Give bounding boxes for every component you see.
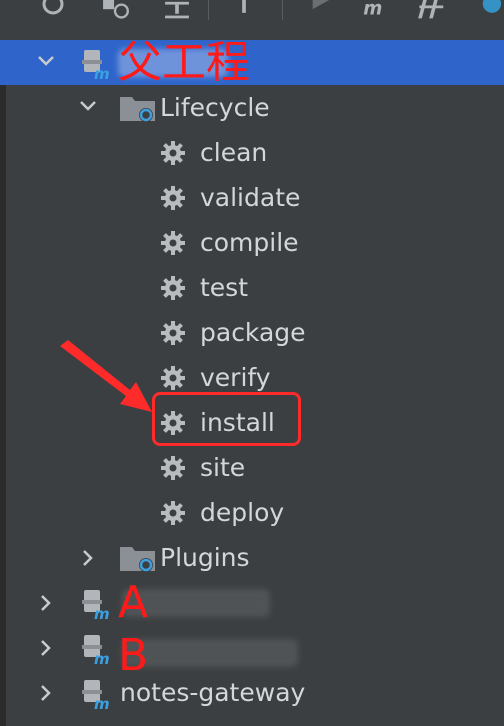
maven-execute-icon[interactable]: m [360,0,394,22]
lifecycle-label: Lifecycle [160,93,270,122]
svg-text:m: m [94,605,110,620]
tree-row-module-a[interactable]: m A [0,577,504,628]
chevron-down-icon[interactable] [76,85,100,130]
svg-text:m: m [94,695,110,710]
gear-icon [161,276,185,300]
svg-text:m: m [94,650,110,665]
chevron-down-icon[interactable] [34,40,58,85]
svg-text:m: m [94,65,110,80]
tree-row-plugins[interactable]: Plugins [0,535,504,580]
chevron-right-icon[interactable] [36,625,60,670]
gear-icon [161,186,185,210]
phase-label: package [200,318,306,347]
redacted-module-name [122,639,298,667]
lifecycle-phase-compile[interactable]: compile [0,220,504,265]
plugins-folder-icon [120,547,155,572]
reimport-icon[interactable] [98,0,132,22]
maven-module-icon: m [82,635,110,665]
gear-icon [161,456,185,480]
maven-module-icon: m [82,590,110,620]
lifecycle-phase-test[interactable]: test [0,265,504,310]
download-icon[interactable] [160,0,194,22]
maven-module-icon: m [82,50,110,80]
gear-icon [161,321,185,345]
lifecycle-phase-clean[interactable]: clean [0,130,504,175]
add-icon[interactable] [236,0,252,22]
tree-row-lifecycle[interactable]: Lifecycle [0,85,504,130]
toolbar-separator-2 [282,0,283,20]
gear-icon [161,501,185,525]
phase-label: validate [200,183,301,212]
phase-label: compile [200,228,299,257]
chevron-right-icon[interactable] [36,670,60,715]
maven-toolbar: m [0,0,504,41]
phase-label: test [200,273,249,302]
gear-icon [161,366,185,390]
phase-label: site [200,453,246,482]
tree-row-notes-gateway[interactable]: m notes-gateway [0,670,504,715]
tree-row-root-project[interactable]: m 父工程 [0,37,504,88]
maven-module-icon: m [82,680,110,710]
phase-label: clean [200,138,268,167]
chevron-right-icon[interactable] [78,535,102,580]
red-pointer-arrow [60,340,152,412]
chevron-right-icon[interactable] [36,580,60,625]
gear-icon [161,141,185,165]
gear-icon [161,231,185,255]
skip-tests-icon[interactable] [478,0,504,22]
phase-label: deploy [200,498,285,527]
module-label: notes-gateway [120,678,306,707]
install-highlight-box [152,392,301,446]
lifecycle-folder-icon [120,97,155,122]
run-icon[interactable] [306,0,334,22]
tree-row-module-b[interactable]: m B [0,625,504,681]
plugins-label: Plugins [160,543,250,572]
lifecycle-phase-validate[interactable]: validate [0,175,504,220]
svg-text:m: m [363,0,382,20]
lifecycle-phase-site[interactable]: site [0,445,504,490]
refresh-icon[interactable] [40,0,66,22]
lifecycle-phase-deploy[interactable]: deploy [0,490,504,535]
root-annotation: 父工程 [118,37,250,88]
toolbar-separator [208,0,209,20]
toggle-offline-icon[interactable] [418,0,452,22]
module-a-annotation: A [118,577,149,628]
